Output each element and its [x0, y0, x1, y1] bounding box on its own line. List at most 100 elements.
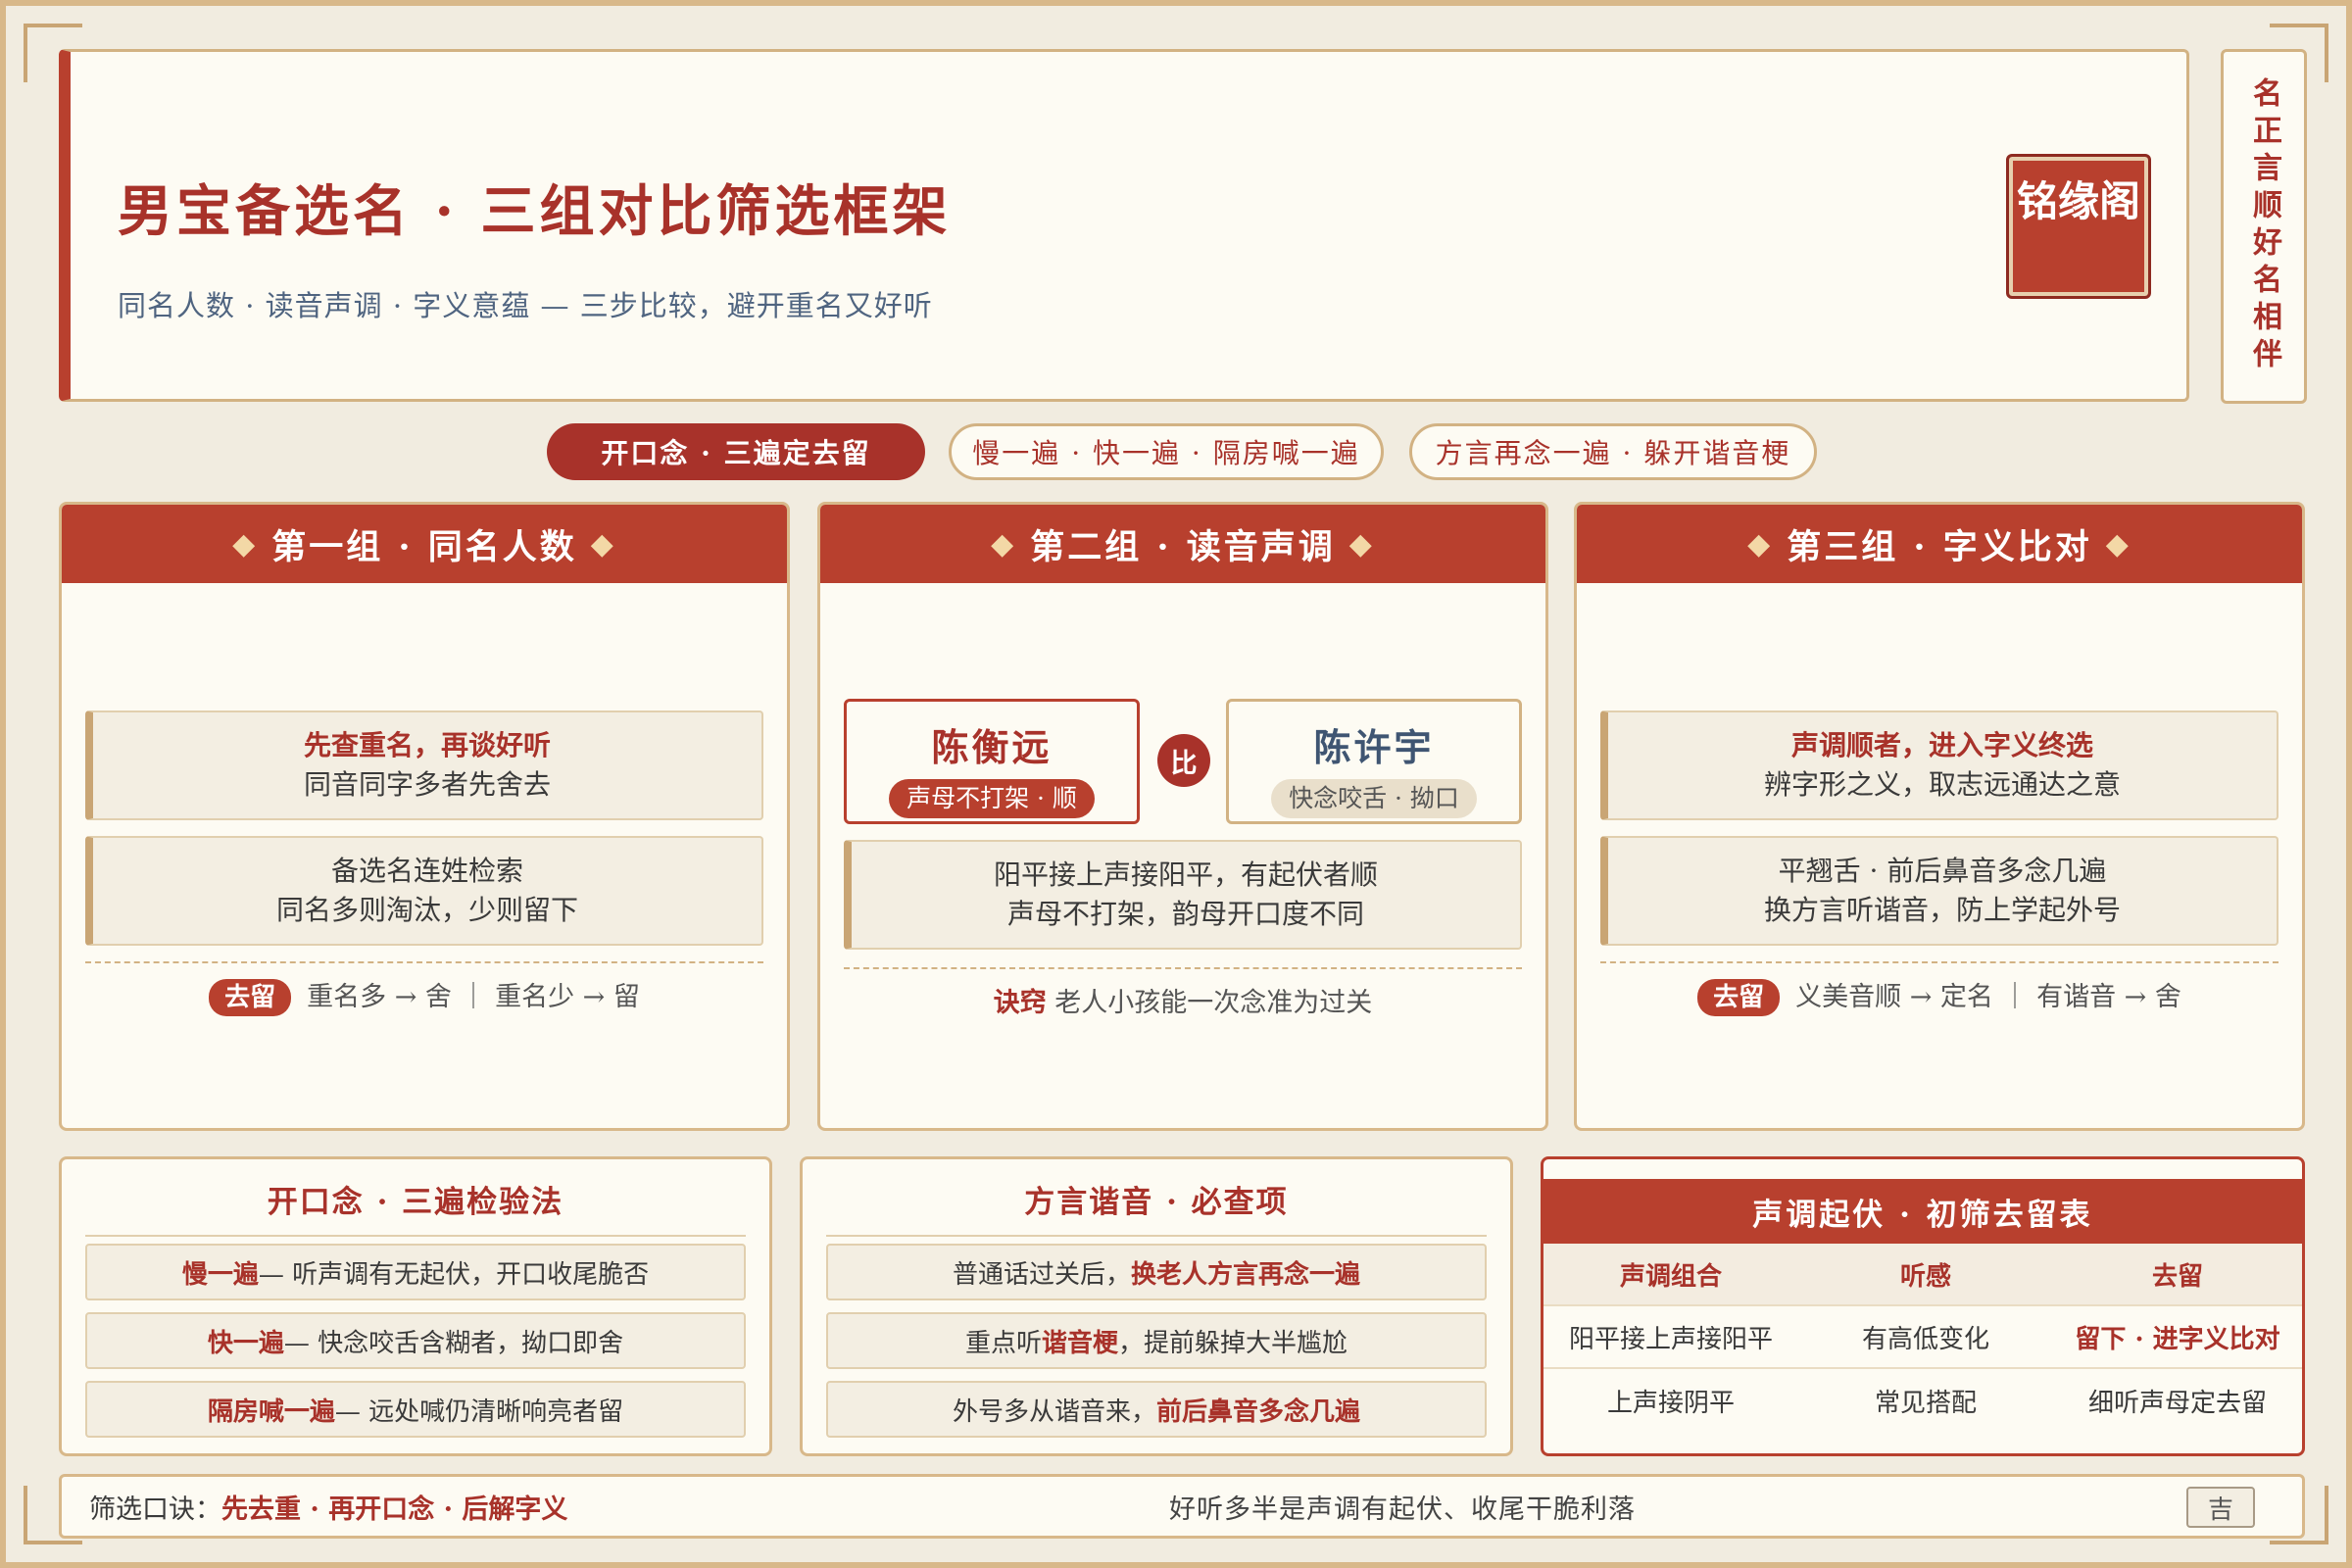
- group1-rule-text: 重名多 → 舍 ｜ 重名少 → 留: [307, 982, 640, 1012]
- group3-box1: 声调顺者，进入字义终选 辨字形之义，取志远通达之意: [1600, 710, 2278, 820]
- panel1-row: 隔房喊一遍 — 远处喊仍清晰响亮者留: [85, 1381, 746, 1438]
- table-row: 上声接阴平 常见搭配 细听声母定去留: [1544, 1369, 2302, 1432]
- candidate-a-badge: 声母不打架 · 顺: [889, 779, 1095, 818]
- candidate-a-box: 陈衡远 声母不打架 · 顺: [844, 699, 1140, 824]
- row-text: 普通话过关后，: [952, 1259, 1131, 1290]
- panel1-row: 快一遍 — 快念咬舌含糊者，拗口即舍: [85, 1312, 746, 1369]
- row-highlight: 谐音梗: [1041, 1328, 1118, 1358]
- row-text: 重点听: [964, 1328, 1042, 1358]
- diamond-icon: ◆: [2105, 526, 2132, 562]
- page-title: 男宝备选名 · 三组对比筛选框架: [118, 179, 952, 244]
- footer-label: 筛选口诀：: [89, 1494, 221, 1525]
- candidate-b-name: 陈许宇: [1313, 725, 1435, 769]
- divider: [85, 961, 763, 963]
- tip-label: 诀窍: [993, 988, 1047, 1018]
- row-highlight: 前后鼻音多念几遍: [1156, 1396, 1361, 1427]
- table-cell: 阳平接上声接阳平: [1568, 1324, 1773, 1354]
- panel2-row: 重点听 谐音梗 ，提前躲掉大半尴尬: [826, 1312, 1487, 1369]
- diamond-icon: ◆: [1348, 526, 1375, 562]
- table-cell: 留下 · 进字义比对: [2075, 1324, 2280, 1354]
- row-text: — 快念咬舌含糊者，拗口即舍: [283, 1328, 624, 1358]
- keep-drop-tag: 去留: [209, 979, 292, 1016]
- divider: [844, 967, 1522, 969]
- row-text: 外号多从谐音来，: [952, 1396, 1156, 1427]
- candidate-b-box: 陈许宇 快念咬舌 · 拗口: [1226, 699, 1522, 824]
- diamond-icon: ◆: [991, 526, 1017, 562]
- group3-box1-line2: 辨字形之义，取志远通达之意: [1763, 768, 2121, 801]
- group3-card: ◆ 第三组 · 字义比对 ◆ 声调顺者，进入字义终选 辨字形之义，取志远通达之意…: [1574, 502, 2305, 1131]
- diamond-icon: ◆: [590, 526, 616, 562]
- table-header-cell: 声调组合: [1619, 1261, 1722, 1292]
- table-header-cell: 去留: [2151, 1261, 2203, 1292]
- row-text: — 听声调有无起伏，开口收尾脆否: [258, 1259, 650, 1290]
- group1-title: 第一组 · 同名人数: [271, 526, 577, 567]
- page-subtitle: 同名人数 · 读音声调 · 字义意蕴 — 三步比较，避开重名又好听: [118, 289, 933, 322]
- row-label: 慢一遍: [181, 1259, 259, 1290]
- table-row: 阳平接上声接阳平 有高低变化 留下 · 进字义比对: [1544, 1306, 2302, 1369]
- row-text: — 远处喊仍清晰响亮者留: [334, 1396, 624, 1427]
- table-title: 声调起伏 · 初筛去留表: [1544, 1179, 2302, 1244]
- panel1-row: 慢一遍 — 听声调有无起伏，开口收尾脆否: [85, 1244, 746, 1300]
- table-header-row: 声调组合 听感 去留: [1544, 1244, 2302, 1306]
- group2-box: 阳平接上声接阳平，有起伏者顺 声母不打架，韵母开口度不同: [844, 840, 1522, 950]
- diamond-icon: ◆: [1747, 526, 1774, 562]
- group1-box2-line1: 备选名连姓检索: [330, 855, 523, 887]
- versus-badge: 比: [1157, 734, 1210, 787]
- side-banner: 名正言顺好名相伴: [2221, 49, 2307, 404]
- row-label: 快一遍: [207, 1328, 284, 1358]
- pill-read-aloud: 开口念 · 三遍定去留: [547, 423, 925, 480]
- panel2-row: 外号多从谐音来， 前后鼻音多念几遍: [826, 1381, 1487, 1438]
- candidate-b-badge: 快念咬舌 · 拗口: [1271, 779, 1477, 818]
- group1-card: ◆ 第一组 · 同名人数 ◆ 先查重名，再谈好听 同音同字多者先舍去 备选名连姓…: [59, 502, 790, 1131]
- seal-stamp: 铭缘阁: [2006, 154, 2151, 299]
- table-cell: 细听声母定去留: [2087, 1388, 2267, 1418]
- group2-tip: 诀窍 老人小孩能一次念准为过关: [820, 981, 1545, 1019]
- footer-bar: 筛选口诀：先去重 · 再开口念 · 后解字义 好听多半是声调有起伏、收尾干脆利落…: [59, 1474, 2305, 1539]
- group2-box-line2: 声母不打架，韵母开口度不同: [1006, 898, 1364, 930]
- table-cell: 上声接阴平: [1606, 1388, 1735, 1418]
- pill-dialect-check: 方言再念一遍 · 躲开谐音梗: [1409, 423, 1817, 480]
- group2-title: 第二组 · 读音声调: [1030, 526, 1336, 567]
- group3-header: ◆ 第三组 · 字义比对 ◆: [1577, 505, 2302, 583]
- row-highlight: 换老人方言再念一遍: [1131, 1259, 1361, 1290]
- group1-box1-line1: 先查重名，再谈好听: [303, 729, 551, 761]
- panel1-title: 开口念 · 三遍检验法: [85, 1177, 746, 1237]
- footer-stamp: 吉: [2186, 1487, 2255, 1528]
- group2-header: ◆ 第二组 · 读音声调 ◆: [820, 505, 1545, 583]
- group3-rule: 去留 义美音顺 → 定名 ｜ 有谐音 → 舍: [1577, 975, 2302, 1016]
- tip-text: 老人小孩能一次念准为过关: [1054, 988, 1373, 1018]
- pill-three-readings: 慢一遍 · 快一遍 · 隔房喊一遍: [949, 423, 1384, 480]
- group3-box2: 平翘舌 · 前后鼻音多念几遍 换方言听谐音，防上学起外号: [1600, 836, 2278, 946]
- group2-box-line1: 阳平接上声接阳平，有起伏者顺: [993, 858, 1378, 891]
- panel2-title: 方言谐音 · 必查项: [826, 1177, 1487, 1237]
- footer-motto-text: 先去重 · 再开口念 · 后解字义: [221, 1494, 568, 1525]
- row-label: 隔房喊一遍: [207, 1396, 335, 1427]
- candidate-a-name: 陈衡远: [931, 725, 1053, 769]
- page-frame: 男宝备选名 · 三组对比筛选框架 同名人数 · 读音声调 · 字义意蕴 — 三步…: [0, 0, 2352, 1568]
- group3-box2-line2: 换方言听谐音，防上学起外号: [1763, 894, 2121, 926]
- group2-card: ◆ 第二组 · 读音声调 ◆ 陈衡远 声母不打架 · 顺 比 陈许宇 快念咬舌 …: [817, 502, 1548, 1131]
- row-text: ，提前躲掉大半尴尬: [1118, 1328, 1348, 1358]
- group1-box2-line2: 同名多则淘汰，少则留下: [275, 894, 578, 926]
- group3-box2-line1: 平翘舌 · 前后鼻音多念几遍: [1778, 855, 2107, 887]
- table-cell: 常见搭配: [1874, 1388, 1977, 1418]
- footer-middle-text: 好听多半是声调有起伏、收尾干脆利落: [1169, 1494, 1636, 1525]
- group1-rule: 去留 重名多 → 舍 ｜ 重名少 → 留: [62, 975, 787, 1016]
- group3-box1-line1: 声调顺者，进入字义终选: [1790, 729, 2093, 761]
- header-panel: 男宝备选名 · 三组对比筛选框架 同名人数 · 读音声调 · 字义意蕴 — 三步…: [59, 49, 2189, 402]
- table-header-cell: 听感: [1899, 1261, 1951, 1292]
- group3-rule-text: 义美音顺 → 定名 ｜ 有谐音 → 舍: [1795, 982, 2181, 1012]
- tone-table-panel: 声调起伏 · 初筛去留表 声调组合 听感 去留 阳平接上声接阳平 有高低变化 留…: [1541, 1156, 2305, 1456]
- keep-drop-tag: 去留: [1697, 979, 1781, 1016]
- three-readings-panel: 开口念 · 三遍检验法 慢一遍 — 听声调有无起伏，开口收尾脆否 快一遍 — 快…: [59, 1156, 772, 1456]
- group3-title: 第三组 · 字义比对: [1787, 526, 2092, 567]
- diamond-icon: ◆: [232, 526, 259, 562]
- dialect-panel: 方言谐音 · 必查项 普通话过关后， 换老人方言再念一遍 重点听 谐音梗 ，提前躲掉大…: [800, 1156, 1513, 1456]
- group1-header: ◆ 第一组 · 同名人数 ◆: [62, 505, 787, 583]
- group1-box2: 备选名连姓检索 同名多则淘汰，少则留下: [85, 836, 763, 946]
- table-cell: 有高低变化: [1861, 1324, 1989, 1354]
- footer-motto: 筛选口诀：先去重 · 再开口念 · 后解字义: [89, 1488, 567, 1526]
- group1-box1: 先查重名，再谈好听 同音同字多者先舍去: [85, 710, 763, 820]
- panel2-row: 普通话过关后， 换老人方言再念一遍: [826, 1244, 1487, 1300]
- divider: [1600, 961, 2278, 963]
